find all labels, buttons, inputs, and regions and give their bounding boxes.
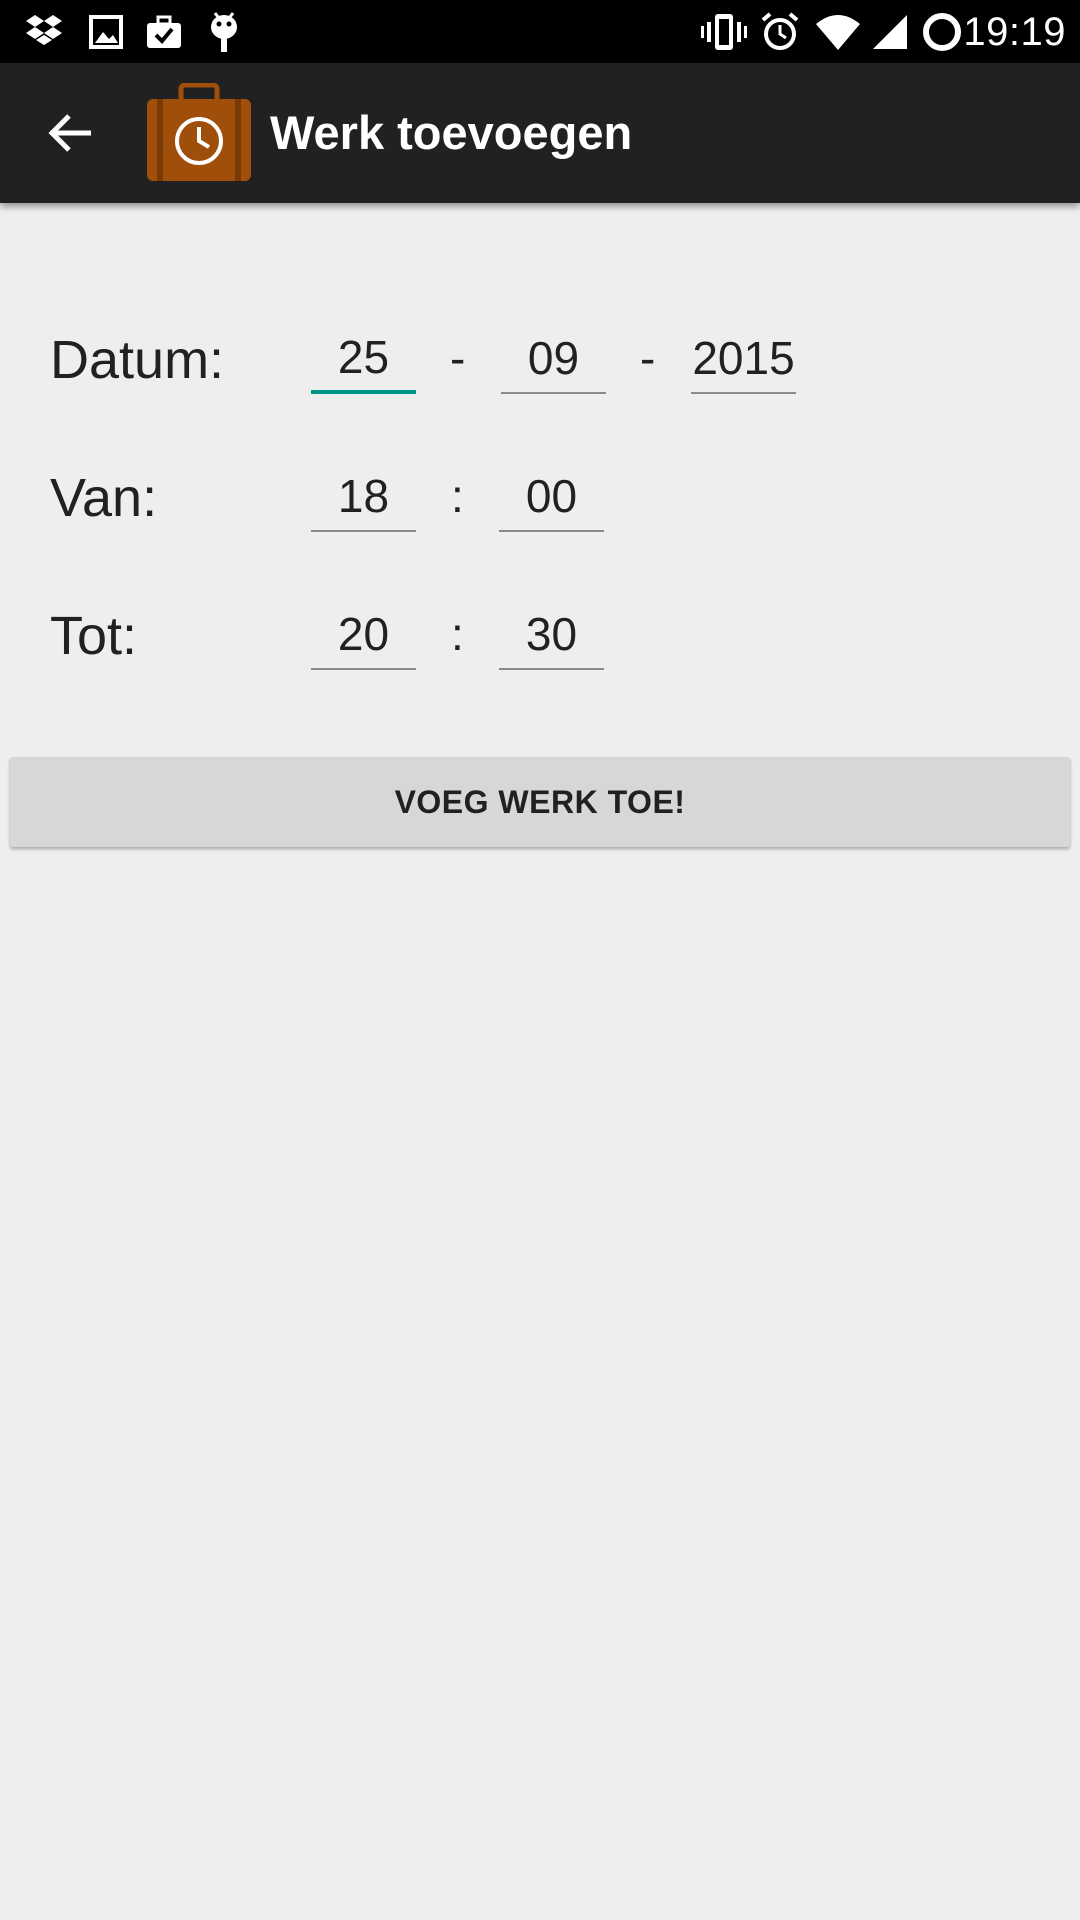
battery-charging-icon	[918, 8, 966, 56]
time-separator: :	[451, 608, 464, 660]
briefcase-check-icon	[140, 8, 188, 56]
datum-label: Datum:	[50, 330, 225, 390]
briefcase-clock-icon	[145, 82, 253, 183]
year-field[interactable]	[691, 324, 796, 394]
dropbox-icon	[20, 8, 68, 56]
vibrate-icon	[700, 8, 748, 56]
tot-row: Tot: :	[0, 592, 1080, 682]
tot-minute-field[interactable]	[499, 600, 604, 670]
time-separator: :	[451, 470, 464, 522]
arrow-back-icon	[48, 114, 91, 152]
toolbar: Werk toevoegen	[0, 63, 1080, 203]
status-bar: 19:19	[0, 0, 1080, 63]
add-work-button[interactable]: VOEG WERK TOE!	[10, 757, 1070, 847]
wifi-icon	[814, 8, 862, 56]
cell-signal-icon	[866, 8, 914, 56]
page-title: Werk toevoegen	[270, 106, 633, 159]
date-separator: -	[450, 332, 466, 384]
android-debug-icon	[200, 8, 248, 56]
tot-hour-field[interactable]	[311, 600, 416, 670]
status-time: 19:19	[963, 10, 1066, 54]
alarm-icon	[756, 8, 804, 56]
day-field[interactable]	[311, 324, 416, 394]
month-field[interactable]	[501, 324, 606, 394]
van-row: Van: :	[0, 454, 1080, 544]
van-minute-field[interactable]	[499, 462, 604, 532]
datum-row: Datum: - -	[0, 316, 1080, 406]
tot-label: Tot:	[50, 606, 138, 666]
date-separator: -	[640, 332, 656, 384]
back-button[interactable]	[30, 101, 110, 165]
van-label: Van:	[50, 468, 158, 528]
van-hour-field[interactable]	[311, 462, 416, 532]
image-icon	[82, 8, 130, 56]
